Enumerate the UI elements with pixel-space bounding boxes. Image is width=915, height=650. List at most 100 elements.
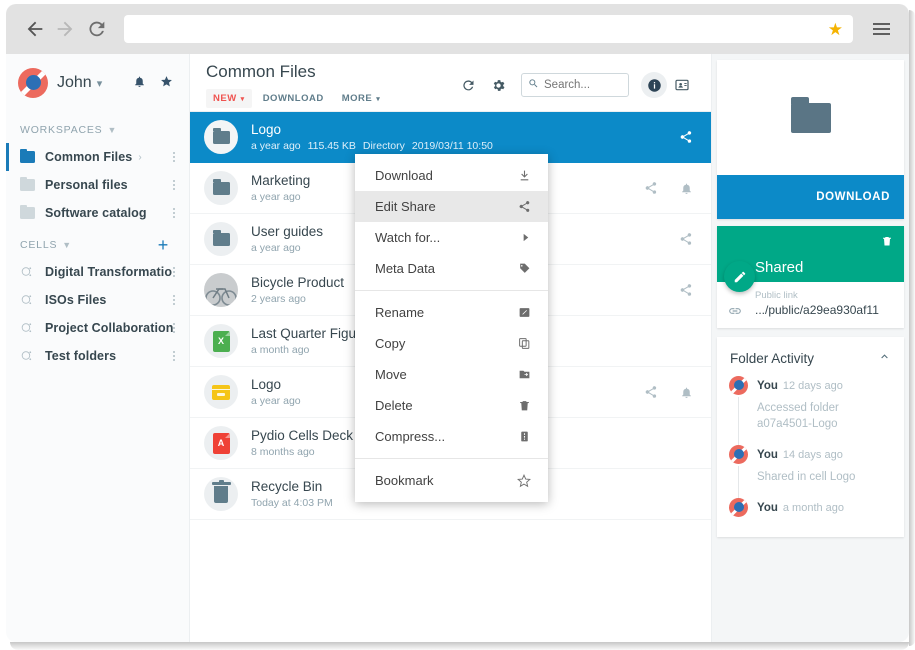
- hamburger-icon[interactable]: [867, 23, 895, 35]
- chevron-down-icon[interactable]: ▾: [97, 77, 103, 90]
- chevron-down-icon: ▾: [376, 95, 380, 103]
- sidebar-item-menu-icon[interactable]: [173, 267, 181, 277]
- notifications-bell-icon[interactable]: [133, 75, 146, 91]
- activity-entry: Youa month ago: [717, 494, 904, 516]
- activity-time: a month ago: [783, 502, 844, 514]
- cell-icon: [20, 265, 35, 279]
- sidebar-item-personal-files[interactable]: Personal files: [6, 171, 189, 199]
- workspaces-section-header: WORKSPACES ▼: [6, 112, 189, 143]
- sidebar-item-test-folders[interactable]: Test folders: [6, 342, 189, 370]
- download-icon: [518, 169, 531, 182]
- context-menu-separator: [355, 458, 548, 459]
- download-button[interactable]: DOWNLOAD: [256, 89, 331, 108]
- user-name: John: [57, 74, 92, 92]
- address-bar[interactable]: ★: [124, 15, 853, 43]
- sidebar-item-label: Personal files: [45, 178, 128, 192]
- context-menu-item-label: Edit Share: [375, 199, 436, 214]
- file-name: Logo: [251, 377, 308, 392]
- context-menu-item-delete[interactable]: Delete: [355, 390, 548, 421]
- more-button[interactable]: MORE ▾: [335, 89, 388, 108]
- context-menu-item-move[interactable]: Move: [355, 359, 548, 390]
- context-menu-item-compress[interactable]: Compress...: [355, 421, 548, 452]
- context-menu[interactable]: Download Edit Share Watch for...: [355, 154, 548, 502]
- context-menu-separator: [355, 290, 548, 291]
- activity-description: Accessed folder a07a4501-Logo: [757, 400, 892, 441]
- plus-icon[interactable]: +: [158, 239, 175, 251]
- folder-activity-title: Folder Activity: [730, 351, 814, 366]
- chevron-down-icon: ▾: [241, 95, 245, 103]
- reload-button[interactable]: [82, 14, 112, 44]
- star-icon[interactable]: ★: [828, 21, 843, 38]
- new-button[interactable]: NEW ▾: [206, 89, 252, 108]
- search-box[interactable]: [521, 73, 629, 97]
- settings-gear-icon[interactable]: [483, 72, 513, 98]
- forward-button[interactable]: [50, 14, 80, 44]
- chevron-up-icon[interactable]: [878, 350, 891, 366]
- sidebar-item-menu-icon[interactable]: [173, 152, 181, 162]
- context-menu-item-rename[interactable]: Rename: [355, 297, 548, 328]
- share-icon[interactable]: [679, 283, 693, 297]
- back-button[interactable]: [20, 14, 50, 44]
- filter-icon[interactable]: ▼: [62, 240, 72, 250]
- sidebar-item-project-collaboration[interactable]: Project Collaboration: [6, 314, 189, 342]
- bell-icon[interactable]: [680, 182, 693, 195]
- edit-share-fab[interactable]: [724, 261, 755, 292]
- sidebar-item-menu-icon[interactable]: [173, 351, 181, 361]
- search-input[interactable]: [544, 79, 622, 91]
- browser-chrome: ★: [6, 4, 909, 54]
- sidebar-item-digital-transformation[interactable]: Digital Transformation: [6, 258, 189, 286]
- window-shadow-right: [909, 10, 915, 646]
- share-icon[interactable]: [644, 181, 658, 195]
- share-icon[interactable]: [679, 130, 693, 144]
- cell-icon: [20, 321, 35, 335]
- file-modified: Today at 4:03 PM: [251, 497, 333, 509]
- trash-icon[interactable]: [881, 235, 893, 250]
- sidebar-item-menu-icon[interactable]: [173, 208, 181, 218]
- folder-icon: [204, 171, 238, 205]
- browser-window: ★ John ▾: [0, 0, 915, 650]
- info-icon[interactable]: [641, 72, 667, 98]
- folder-activity-header[interactable]: Folder Activity: [717, 337, 904, 372]
- context-menu-item-label: Meta Data: [375, 261, 435, 276]
- activity-description: Shared in cell Logo: [757, 469, 892, 494]
- search-icon: [528, 78, 539, 92]
- context-menu-item-edit-share[interactable]: Edit Share: [355, 191, 548, 222]
- sidebar-item-isos-files[interactable]: ISOs Files: [6, 286, 189, 314]
- move-folder-icon: [518, 368, 531, 381]
- public-link-value[interactable]: .../public/a29ea930af11: [755, 303, 894, 317]
- context-menu-item-label: Watch for...: [375, 230, 440, 245]
- sidebar-item-label: Common Files: [45, 150, 132, 164]
- sidebar-user-header[interactable]: John ▾: [6, 54, 189, 112]
- context-menu-item-label: Copy: [375, 336, 405, 351]
- context-menu-item-bookmark[interactable]: Bookmark: [355, 465, 548, 496]
- sidebar-item-common-files[interactable]: Common Files ›: [6, 143, 189, 171]
- activity-author: You: [757, 449, 778, 461]
- sidebar-item-menu-icon[interactable]: [173, 180, 181, 190]
- context-menu-item-download[interactable]: Download: [355, 160, 548, 191]
- bell-icon[interactable]: [680, 386, 693, 399]
- file-meta: 8 months ago: [251, 446, 353, 458]
- context-menu-item-meta-data[interactable]: Meta Data: [355, 253, 548, 284]
- sidebar-item-menu-icon[interactable]: [173, 323, 181, 333]
- file-modified: a month ago: [251, 344, 309, 356]
- address-book-icon[interactable]: [667, 72, 697, 98]
- context-menu-item-copy[interactable]: Copy: [355, 328, 548, 359]
- file-name: User guides: [251, 224, 323, 239]
- context-menu-item-watch-for[interactable]: Watch for...: [355, 222, 548, 253]
- download-button[interactable]: DOWNLOAD: [717, 175, 904, 219]
- share-icon[interactable]: [679, 232, 693, 246]
- share-icon[interactable]: [644, 385, 658, 399]
- context-menu-item-label: Delete: [375, 398, 413, 413]
- sidebar-item-software-catalog[interactable]: Software catalog: [6, 199, 189, 227]
- context-menu-item-label: Bookmark: [375, 473, 434, 488]
- sidebar-item-menu-icon[interactable]: [173, 295, 181, 305]
- workspaces-label: WORKSPACES: [20, 124, 102, 136]
- folder-icon: [20, 179, 35, 191]
- activity-entry: You12 days ago Accessed folder a07a4501-…: [717, 372, 904, 441]
- favorites-star-icon[interactable]: [160, 75, 173, 91]
- activity-entry: You14 days ago Shared in cell Logo: [717, 441, 904, 494]
- filter-icon[interactable]: ▼: [107, 125, 117, 135]
- trash-icon: [204, 477, 238, 511]
- main-header: Common Files NEW ▾ DOWNLOAD MORE ▾: [190, 54, 711, 112]
- refresh-icon[interactable]: [453, 72, 483, 98]
